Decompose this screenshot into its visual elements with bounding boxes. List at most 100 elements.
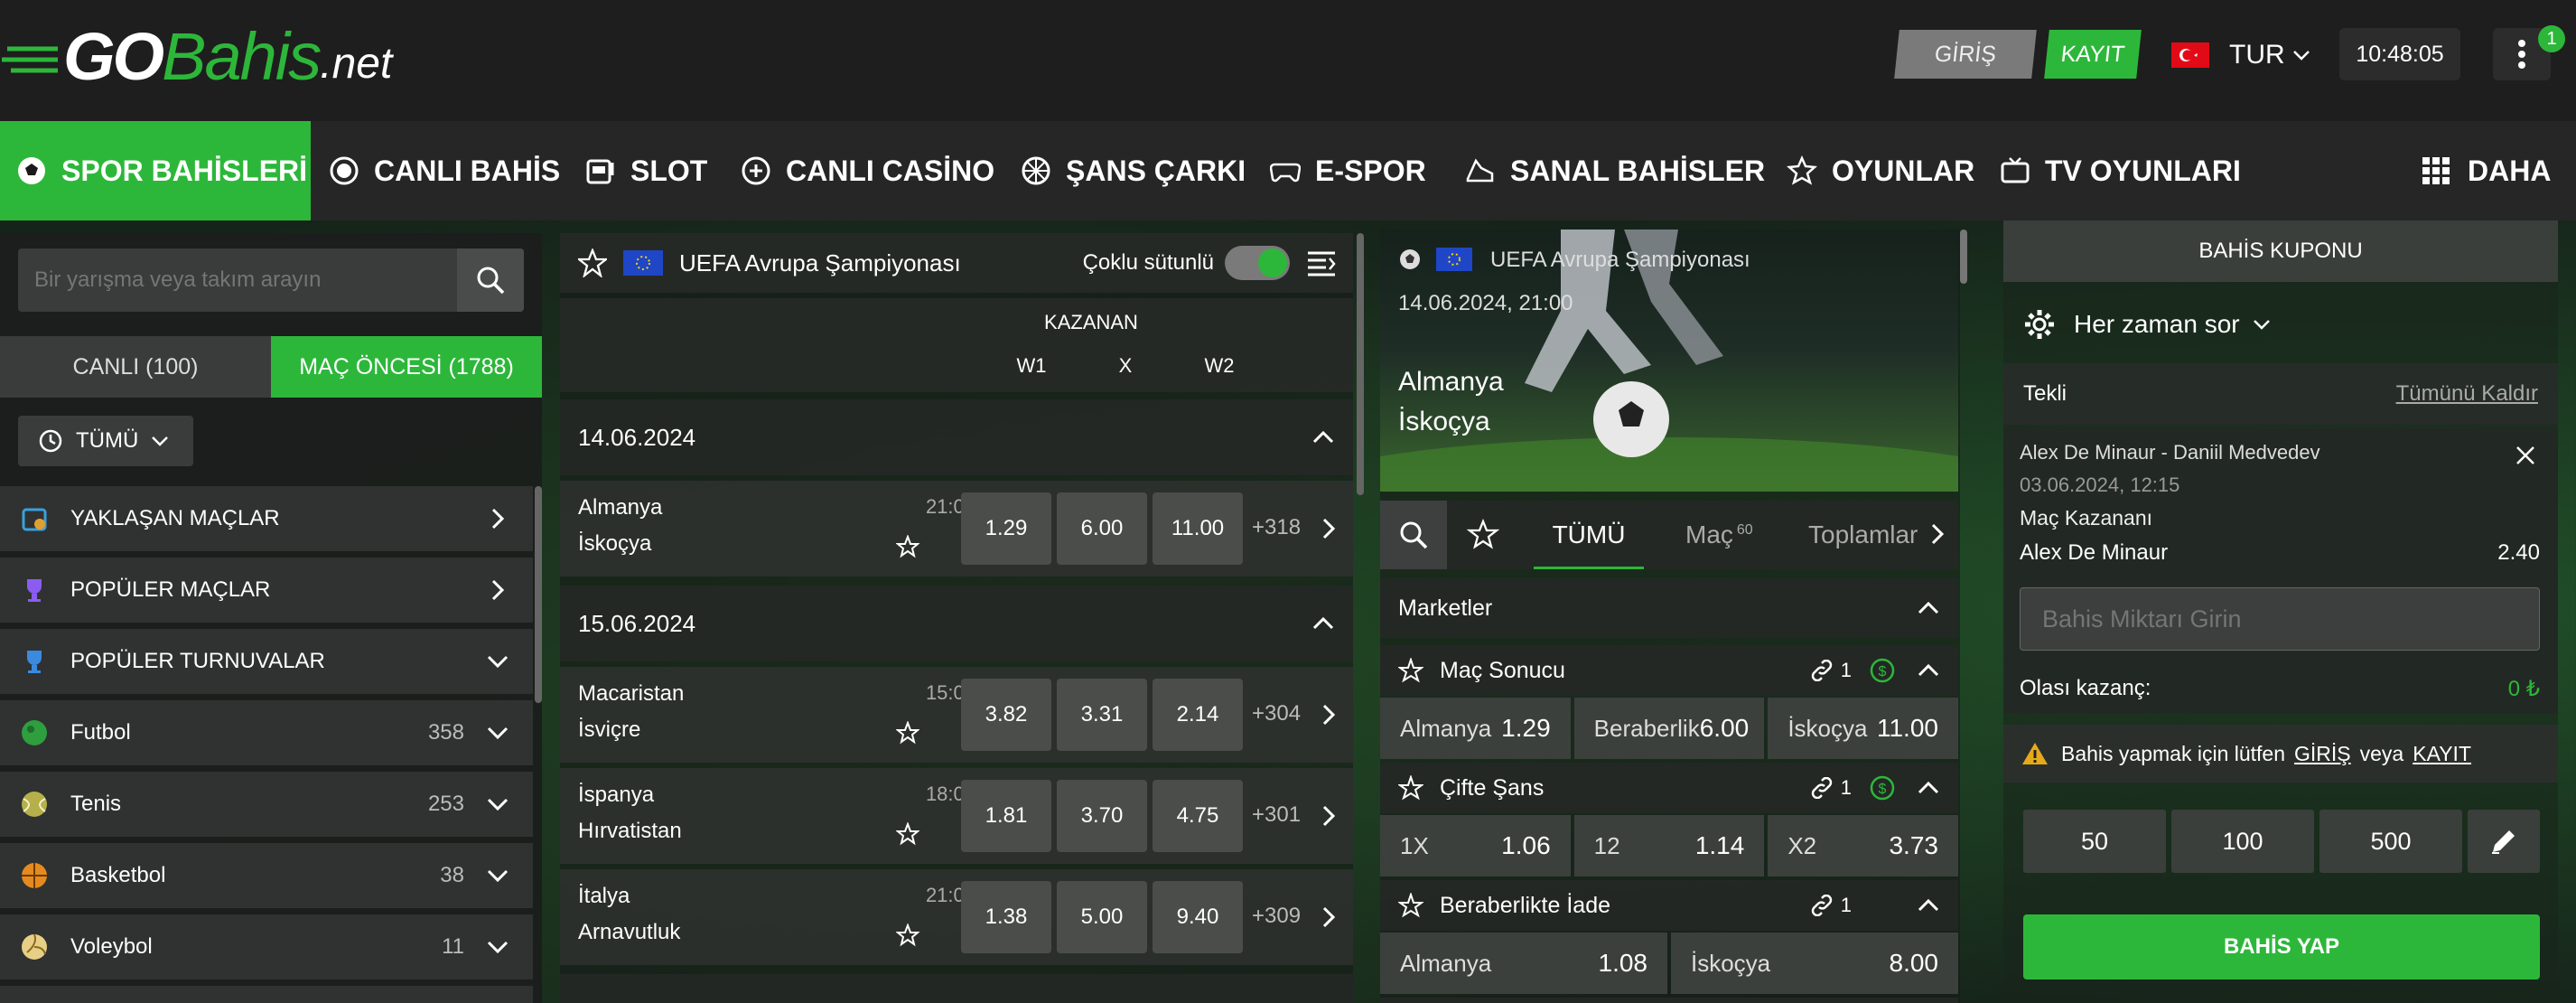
star-icon[interactable] (896, 923, 919, 947)
notice-register-link[interactable]: KAYIT (2413, 742, 2471, 766)
quick-stake-100[interactable]: 100 (2171, 810, 2314, 873)
nav-sports-betting[interactable]: SPOR BAHİSLERİ (0, 121, 311, 220)
odd-x[interactable]: 3.31 (1057, 679, 1147, 751)
star-icon[interactable] (1398, 658, 1423, 683)
star-icon[interactable] (1467, 519, 1499, 551)
market-odd-cell[interactable]: Almanya 1.08 (1380, 933, 1667, 994)
star-icon[interactable] (578, 248, 607, 277)
more-markets-count[interactable]: +304 (1252, 701, 1301, 726)
sidebar-item[interactable]: POPÜLER TURNUVALAR (0, 629, 533, 694)
match-row[interactable]: Macaristan İsviçre 15:00 3.82 3.31 2.14 … (560, 667, 1353, 763)
date-group-header[interactable]: 15.06.2024 (560, 586, 1353, 661)
match-row[interactable]: İspanya Hırvatistan 18:00 1.81 3.70 4.75… (560, 768, 1353, 864)
market-header[interactable]: Maç Sonucu 1 $ (1380, 645, 1958, 696)
odd-x[interactable]: 6.00 (1057, 492, 1147, 565)
sidebar-scrollbar[interactable] (535, 486, 542, 703)
search-input[interactable] (18, 248, 457, 312)
tab-all-markets[interactable]: TÜMÜ (1534, 501, 1644, 569)
more-markets-count[interactable]: +301 (1252, 802, 1301, 828)
tab-prematch[interactable]: MAÇ ÖNCESİ (1788) (271, 336, 542, 398)
odd-w2[interactable]: 4.75 (1153, 780, 1243, 852)
list-view-icon[interactable] (1306, 249, 1337, 277)
detail-scrollbar[interactable] (1960, 230, 1967, 284)
more-markets-count[interactable]: +318 (1252, 515, 1301, 540)
register-button[interactable]: KAYIT (2044, 30, 2142, 79)
chevron-right-icon[interactable] (1926, 522, 1949, 546)
remove-all-link[interactable]: Tümünü Kaldır (2396, 381, 2538, 407)
chevron-right-icon[interactable] (1317, 703, 1340, 726)
nav-virtual-sports[interactable]: SANAL BAHİSLER (1465, 121, 1765, 220)
tab-totals[interactable]: Toplamlar (1808, 520, 1927, 549)
chevron-right-icon[interactable] (1317, 517, 1340, 540)
search-button[interactable] (457, 248, 524, 312)
market-header[interactable]: Çifte Şans 1 $ (1380, 763, 1958, 813)
star-icon[interactable] (896, 535, 919, 558)
more-markets-count[interactable]: +309 (1252, 904, 1301, 929)
match-row[interactable]: Almanya İskoçya 21:00 1.29 6.00 11.00 +3… (560, 481, 1353, 576)
chevron-right-icon[interactable] (1317, 905, 1340, 929)
quick-stake-50[interactable]: 50 (2023, 810, 2166, 873)
date-group-header[interactable]: 14.06.2024 (560, 399, 1353, 475)
nav-wheel-of-fortune[interactable]: ŞANS ÇARKI (1021, 121, 1246, 220)
odd-w1[interactable]: 1.38 (961, 881, 1051, 953)
sidebar-item[interactable]: Tenis 253 (0, 772, 533, 837)
stake-input[interactable] (2020, 587, 2540, 651)
star-icon[interactable] (896, 721, 919, 745)
sidebar-item[interactable]: YAKLAŞAN MAÇLAR (0, 486, 533, 551)
nav-live-betting[interactable]: CANLI BAHİS (329, 121, 560, 220)
sidebar-item[interactable]: Voleybol 11 (0, 914, 533, 980)
chevron-right-icon[interactable] (1317, 804, 1340, 828)
market-search-button[interactable] (1380, 501, 1447, 569)
filter-dropdown[interactable]: TÜMÜ (18, 416, 193, 466)
bet-type-single[interactable]: Tekli (2023, 381, 2067, 407)
market-odd-cell[interactable]: İskoçya 11.00 (1768, 698, 1958, 759)
language-selector[interactable]: TUR (2171, 33, 2310, 78)
markets-header[interactable]: Marketler (1380, 578, 1958, 638)
market-odd-cell[interactable]: İskoçya 8.00 (1671, 933, 1958, 994)
market-header[interactable]: Toplam Goller 1 $ (1380, 998, 1958, 1003)
nav-slot[interactable]: SLOT (585, 121, 707, 220)
odd-w2[interactable]: 9.40 (1153, 881, 1243, 953)
sidebar-item[interactable]: Futbol 358 (0, 700, 533, 765)
nav-live-casino[interactable]: CANLI CASİNO (741, 121, 994, 220)
notice-login-link[interactable]: GİRİŞ (2294, 742, 2351, 766)
market-odd-cell[interactable]: X2 3.73 (1768, 815, 1958, 876)
market-header[interactable]: Beraberlikte İade 1 $ (1380, 880, 1958, 931)
site-logo[interactable]: GO Bahis .net (2, 19, 392, 94)
sidebar-item-label: Voleybol (70, 934, 153, 959)
nav-games[interactable]: OYUNLAR (1787, 121, 1974, 220)
odd-w1[interactable]: 1.81 (961, 780, 1051, 852)
odd-x[interactable]: 3.70 (1057, 780, 1147, 852)
slot-machine-icon (586, 159, 614, 184)
odd-x[interactable]: 5.00 (1057, 881, 1147, 953)
market-odd-cell[interactable]: Almanya 1.29 (1380, 698, 1571, 759)
place-bet-button[interactable]: BAHİS YAP (2023, 914, 2540, 980)
star-icon[interactable] (1398, 893, 1423, 918)
odd-w1[interactable]: 1.29 (961, 492, 1051, 565)
close-icon[interactable] (2515, 445, 2536, 466)
odd-w2[interactable]: 11.00 (1153, 492, 1243, 565)
events-scrollbar[interactable] (1357, 233, 1364, 495)
tab-live[interactable]: CANLI (100) (0, 336, 271, 398)
sidebar-item[interactable]: POPÜLER MAÇLAR (0, 558, 533, 623)
sidebar-item[interactable]: Basketbol 38 (0, 843, 533, 908)
star-icon[interactable] (1398, 775, 1423, 801)
quick-stake-500[interactable]: 500 (2319, 810, 2462, 873)
login-button[interactable]: GİRİŞ (1894, 30, 2037, 79)
date-group-header[interactable]: 16.06.2024 (560, 974, 1353, 1003)
odd-w2[interactable]: 2.14 (1153, 679, 1243, 751)
match-row[interactable]: İtalya Arnavutluk 21:00 1.38 5.00 9.40 +… (560, 869, 1353, 965)
market-odd-cell[interactable]: 12 1.14 (1573, 815, 1765, 876)
market-odd-cell[interactable]: Beraberlik 6.00 (1573, 698, 1765, 759)
tab-match-markets[interactable]: Maç 60 (1685, 520, 1753, 549)
edit-stakes-button[interactable] (2468, 810, 2540, 873)
sidebar-item[interactable]: Buz Hokeyi 16 (0, 986, 533, 1003)
nav-esports[interactable]: E-SPOR (1270, 121, 1426, 220)
odds-change-dropdown[interactable]: Her zaman sor (2023, 298, 2271, 351)
nav-tv-games[interactable]: TV OYUNLARI (2000, 121, 2241, 220)
market-odd-cell[interactable]: 1X 1.06 (1380, 815, 1571, 876)
star-icon[interactable] (896, 822, 919, 846)
multi-column-toggle[interactable] (1225, 246, 1290, 280)
odd-w1[interactable]: 3.82 (961, 679, 1051, 751)
nav-more[interactable]: DAHA (2421, 121, 2551, 220)
